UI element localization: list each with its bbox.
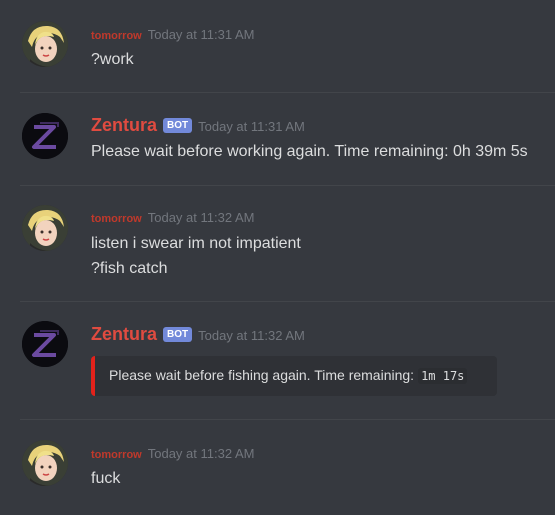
username[interactable]: tomorrow xyxy=(91,30,142,42)
bot-tag: BOT xyxy=(163,118,193,133)
user-avatar-image xyxy=(22,440,68,486)
message-text: fuck xyxy=(91,470,121,487)
user-avatar-image xyxy=(22,205,68,251)
message-group: Zentura BOT Today at 11:32 AM Please wait … xyxy=(0,302,555,419)
embed: Please wait before fishing again. Time r… xyxy=(91,356,497,396)
message-text: ?work xyxy=(91,51,134,68)
zentura-logo-icon xyxy=(22,113,68,159)
message-group: tomorrow Today at 11:32 AM fuck xyxy=(0,420,555,515)
message-group: tomorrow Today at 11:32 AM listen i swear… xyxy=(0,186,555,301)
username[interactable]: Zentura xyxy=(91,324,157,344)
zentura-logo-icon xyxy=(22,321,68,367)
user-avatar-image xyxy=(22,21,68,67)
avatar[interactable] xyxy=(22,205,68,251)
timestamp: Today at 11:32 AM xyxy=(147,210,255,225)
embed-text: Please wait before fishing again. Time r… xyxy=(109,367,415,383)
avatar[interactable] xyxy=(22,21,68,67)
avatar[interactable] xyxy=(22,440,68,486)
bot-tag: BOT xyxy=(163,327,193,342)
timestamp: Today at 11:32 AM xyxy=(198,328,305,343)
message-text: listen i swear im not impatient xyxy=(91,235,301,252)
message-group: tomorrow Today at 11:31 AM ?work xyxy=(0,0,555,92)
timestamp: Today at 11:32 AM xyxy=(147,446,255,461)
avatar[interactable] xyxy=(22,321,68,367)
message-group: Zentura BOT Today at 11:31 AM Please wait … xyxy=(0,93,555,185)
message-text: ?fish catch xyxy=(91,260,168,277)
username[interactable]: Zentura xyxy=(91,115,157,135)
username[interactable]: tomorrow xyxy=(91,449,142,461)
message-text: Please wait before working again. Time r… xyxy=(91,143,528,160)
embed-description: Please wait before fishing again. Time r… xyxy=(109,367,468,384)
timestamp: Today at 11:31 AM xyxy=(198,119,305,134)
avatar[interactable] xyxy=(22,113,68,159)
timestamp: Today at 11:31 AM xyxy=(147,27,255,42)
username[interactable]: tomorrow xyxy=(91,213,142,225)
inline-code: 1m 17s xyxy=(418,368,468,384)
